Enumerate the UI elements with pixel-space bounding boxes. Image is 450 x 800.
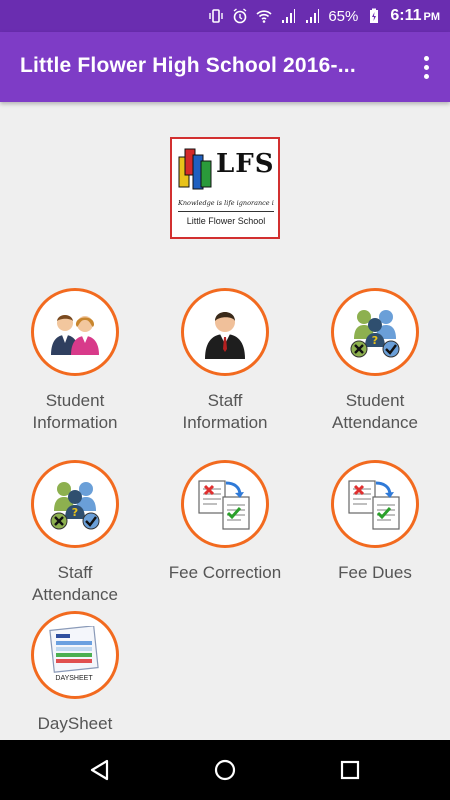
tile-fee-dues[interactable]: Fee Dues — [300, 460, 450, 584]
tile-label-line1: Fee Dues — [338, 563, 412, 582]
svg-text:?: ? — [72, 506, 78, 519]
tile-label: Fee Correction — [150, 562, 300, 584]
logo-divider — [178, 211, 274, 212]
daysheet-caption: DAYSHEET — [55, 675, 93, 682]
tile-circle[interactable]: DAYSHEET — [31, 611, 119, 699]
logo-school-name: Little Flower School — [186, 216, 266, 226]
signal-sim1-icon — [282, 9, 296, 23]
tile-staff-attendance[interactable]: ? Staff Attendance — [0, 460, 150, 606]
tile-label-line2: Attendance — [31, 585, 118, 604]
tile-fee-correction[interactable]: Fee Correction — [150, 460, 300, 584]
alarm-icon — [233, 8, 247, 24]
tile-label: Staff Information — [150, 390, 300, 434]
vibrate-icon — [209, 9, 224, 23]
signal-sim2-icon — [306, 9, 320, 23]
tile-label: Student Attendance — [300, 390, 450, 434]
tile-circle[interactable] — [181, 288, 269, 376]
app-bar: Little Flower High School 2016-... — [0, 32, 450, 102]
tile-label: Staff Attendance — [0, 562, 150, 606]
clock: 6:11 PM — [390, 7, 440, 25]
tile-student-information[interactable]: Student Information — [0, 288, 150, 434]
tile-circle[interactable] — [331, 460, 419, 548]
daysheet-icon: DAYSHEET — [49, 626, 99, 682]
status-icons: 65% 6:11 PM — [208, 0, 440, 32]
attendance-icon: ? — [350, 310, 400, 358]
battery-percent: 65% — [328, 7, 359, 25]
tile-label-line1: Fee Correction — [168, 563, 282, 582]
tile-label-line1: Student — [45, 391, 105, 410]
fee-dues-icon — [348, 480, 400, 530]
tile-circle[interactable]: ? — [331, 288, 419, 376]
tile-label-line1: Staff — [207, 391, 243, 410]
wifi-icon — [256, 10, 272, 23]
tile-daysheet[interactable]: DAYSHEET DaySheet — [0, 611, 150, 735]
clock-suffix: PM — [423, 11, 441, 23]
svg-text:?: ? — [372, 334, 378, 347]
tile-label-line2: Information — [32, 413, 118, 432]
logo-tagline: Knowledge is life ignorance is Death — [178, 199, 274, 207]
tile-label-line1: Staff — [57, 563, 93, 582]
school-logo: LFS Knowledge is life ignorance is Death… — [170, 137, 280, 239]
tile-label-line1: Student — [345, 391, 405, 410]
logo-books-icon — [178, 148, 212, 190]
attendance-icon: ? — [50, 482, 100, 530]
fee-correction-icon — [198, 480, 250, 530]
nav-bar — [0, 740, 450, 800]
tile-circle[interactable]: ? — [31, 460, 119, 548]
battery-charging-icon — [370, 8, 379, 23]
staff-icon — [205, 312, 245, 359]
tile-staff-information[interactable]: Staff Information — [150, 288, 300, 434]
logo-letters: LFS — [216, 149, 275, 179]
tile-label: DaySheet — [0, 713, 150, 735]
students-icon — [51, 315, 99, 355]
back-icon[interactable] — [88, 758, 112, 782]
status-bar: 65% 6:11 PM — [0, 0, 450, 32]
tile-circle[interactable] — [181, 460, 269, 548]
home-icon[interactable] — [213, 758, 237, 782]
tile-student-attendance[interactable]: ? Student Attendance — [300, 288, 450, 434]
tile-label-line2: Attendance — [331, 413, 418, 432]
tile-label-line1: DaySheet — [37, 714, 113, 733]
tile-label: Fee Dues — [300, 562, 450, 584]
recents-icon[interactable] — [338, 758, 362, 782]
tile-circle[interactable] — [31, 288, 119, 376]
tile-label-line2: Information — [182, 413, 268, 432]
tile-label: Student Information — [0, 390, 150, 434]
app-title: Little Flower High School 2016-... — [20, 54, 356, 77]
clock-time: 6:11 — [390, 7, 422, 24]
more-vert-icon[interactable] — [414, 52, 438, 82]
